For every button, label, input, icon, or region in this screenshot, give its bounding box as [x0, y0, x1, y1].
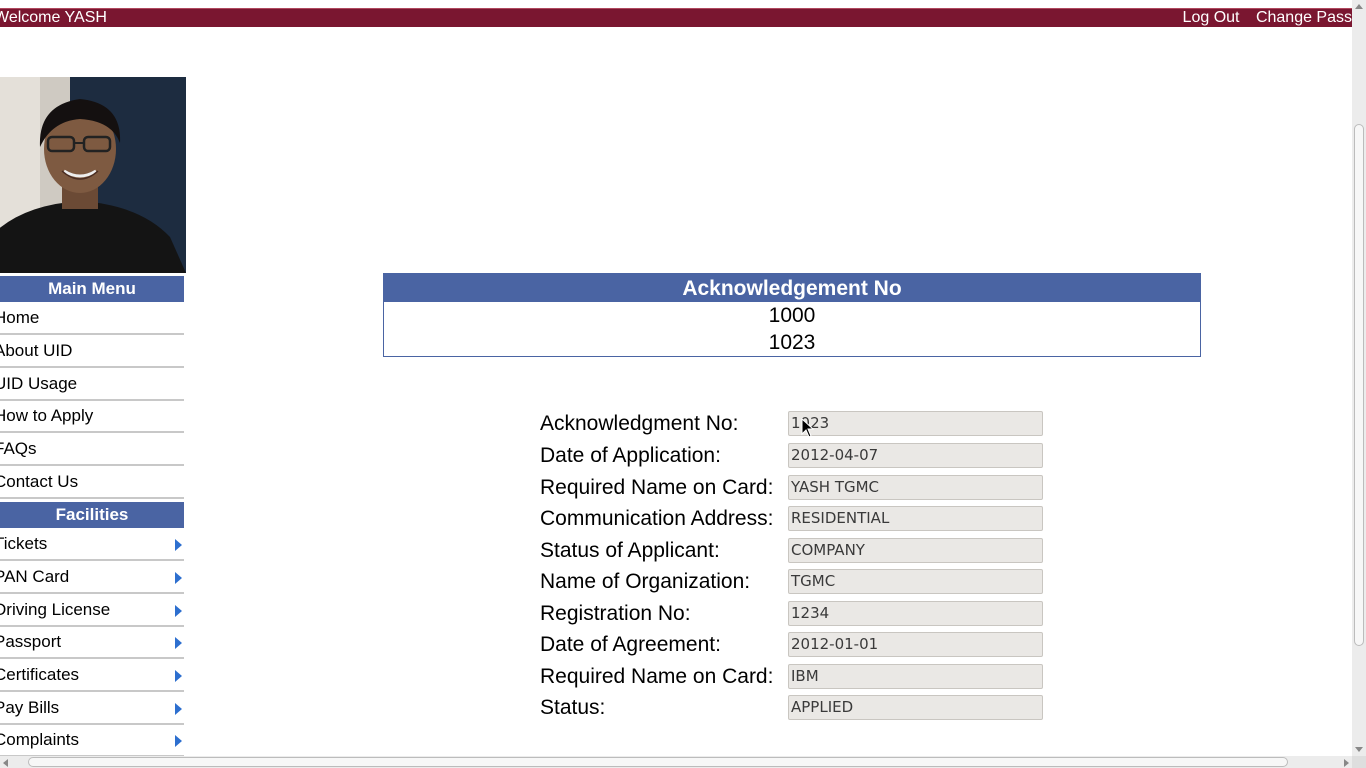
menu-item-about-uid[interactable]: About UID	[0, 336, 184, 368]
top-links: Log Out Change Pass	[1171, 9, 1352, 27]
menu-item-driving-license[interactable]: Driving License	[0, 595, 184, 627]
scroll-up-icon[interactable]	[1355, 4, 1363, 9]
menu-item-label: UID Usage	[0, 374, 78, 393]
menu-item-label: Home	[0, 308, 40, 327]
mouse-cursor-icon	[801, 417, 815, 443]
menu-item-contact-us[interactable]: Contact Us	[0, 467, 184, 499]
user-photo	[0, 77, 186, 273]
communication-address-label: Communication Address:	[540, 507, 774, 530]
menu-item-pay-bills[interactable]: Pay Bills	[0, 693, 184, 725]
menu-item-how-to-apply[interactable]: How to Apply	[0, 401, 184, 433]
status-label: Status:	[540, 696, 606, 719]
horizontal-scroll-thumb[interactable]	[28, 757, 1288, 767]
menu-item-label: FAQs	[0, 439, 37, 458]
acknowledgement-row[interactable]: 1000	[384, 302, 1200, 329]
menu-item-label: Complaints	[0, 730, 80, 749]
menu-item-tickets[interactable]: Tickets	[0, 529, 184, 561]
required-name-field[interactable]: YASH TGMC	[788, 475, 1043, 500]
menu-item-label: Contact Us	[0, 472, 79, 491]
top-bar: Welcome YASH Log Out Change Pass	[0, 8, 1352, 27]
menu-item-faqs[interactable]: FAQs	[0, 434, 184, 466]
horizontal-scrollbar[interactable]	[0, 756, 1352, 768]
submenu-arrow-icon	[175, 539, 182, 551]
facilities-title: Facilities	[0, 502, 184, 528]
registration-no-label: Registration No:	[540, 602, 691, 625]
menu-item-label: Pay Bills	[0, 698, 60, 717]
communication-address-field[interactable]: RESIDENTIAL	[788, 506, 1043, 531]
required-name-on-card-field[interactable]: IBM	[788, 664, 1043, 689]
logout-link[interactable]: Log Out	[1183, 9, 1240, 26]
menu-item-certificates[interactable]: Certificates	[0, 660, 184, 692]
acknowledgement-row[interactable]: 1023	[384, 329, 1200, 356]
scroll-right-icon[interactable]	[1344, 759, 1349, 767]
acknowledgment-no-field[interactable]: 1023	[788, 411, 1043, 436]
main-menu-title: Main Menu	[0, 276, 184, 302]
menu-item-home[interactable]: Home	[0, 303, 184, 335]
date-of-application-label: Date of Application:	[540, 444, 721, 467]
menu-item-uid-usage[interactable]: UID Usage	[0, 369, 184, 401]
status-of-applicant-label: Status of Applicant:	[540, 539, 720, 562]
menu-item-passport[interactable]: Passport	[0, 627, 184, 659]
menu-item-label: How to Apply	[0, 406, 94, 425]
date-of-agreement-field[interactable]: 2012-01-01	[788, 632, 1043, 657]
submenu-arrow-icon	[175, 670, 182, 682]
change-password-link[interactable]: Change Pass	[1256, 9, 1352, 26]
menu-item-label: Certificates	[0, 665, 80, 684]
menu-item-label: Driving License	[0, 600, 111, 619]
scrollbar-corner	[1352, 756, 1366, 768]
vertical-scroll-thumb[interactable]	[1354, 124, 1364, 646]
menu-item-label: PAN Card	[0, 567, 70, 586]
menu-item-label: Tickets	[0, 534, 48, 553]
top-margin	[0, 0, 1352, 8]
name-of-organization-label: Name of Organization:	[540, 570, 751, 593]
submenu-arrow-icon	[175, 572, 182, 584]
date-of-application-field[interactable]: 2012-04-07	[788, 443, 1043, 468]
submenu-arrow-icon	[175, 703, 182, 715]
status-field[interactable]: APPLIED	[788, 695, 1043, 720]
acknowledgment-no-label: Acknowledgment No:	[540, 412, 739, 435]
required-name-label: Required Name on Card:	[540, 476, 774, 499]
menu-item-label: Passport	[0, 632, 62, 651]
status-of-applicant-field[interactable]: COMPANY	[788, 538, 1043, 563]
required-name-on-card-label: Required Name on Card:	[540, 665, 774, 688]
menu-item-complaints[interactable]: Complaints	[0, 725, 184, 757]
scroll-left-icon[interactable]	[3, 759, 8, 767]
submenu-arrow-icon	[175, 637, 182, 649]
acknowledgement-table-header: Acknowledgement No	[384, 274, 1200, 302]
date-of-agreement-label: Date of Agreement:	[540, 633, 721, 656]
vertical-scrollbar[interactable]	[1352, 0, 1366, 756]
registration-no-field[interactable]: 1234	[788, 601, 1043, 626]
menu-item-pan-card[interactable]: PAN Card	[0, 562, 184, 594]
welcome-text: Welcome YASH	[0, 9, 107, 26]
submenu-arrow-icon	[175, 605, 182, 617]
submenu-arrow-icon	[175, 735, 182, 747]
name-of-organization-field[interactable]: TGMC	[788, 569, 1043, 594]
menu-item-label: About UID	[0, 341, 73, 360]
scroll-down-icon[interactable]	[1355, 747, 1363, 752]
acknowledgement-table: Acknowledgement No 1000 1023	[383, 273, 1201, 357]
